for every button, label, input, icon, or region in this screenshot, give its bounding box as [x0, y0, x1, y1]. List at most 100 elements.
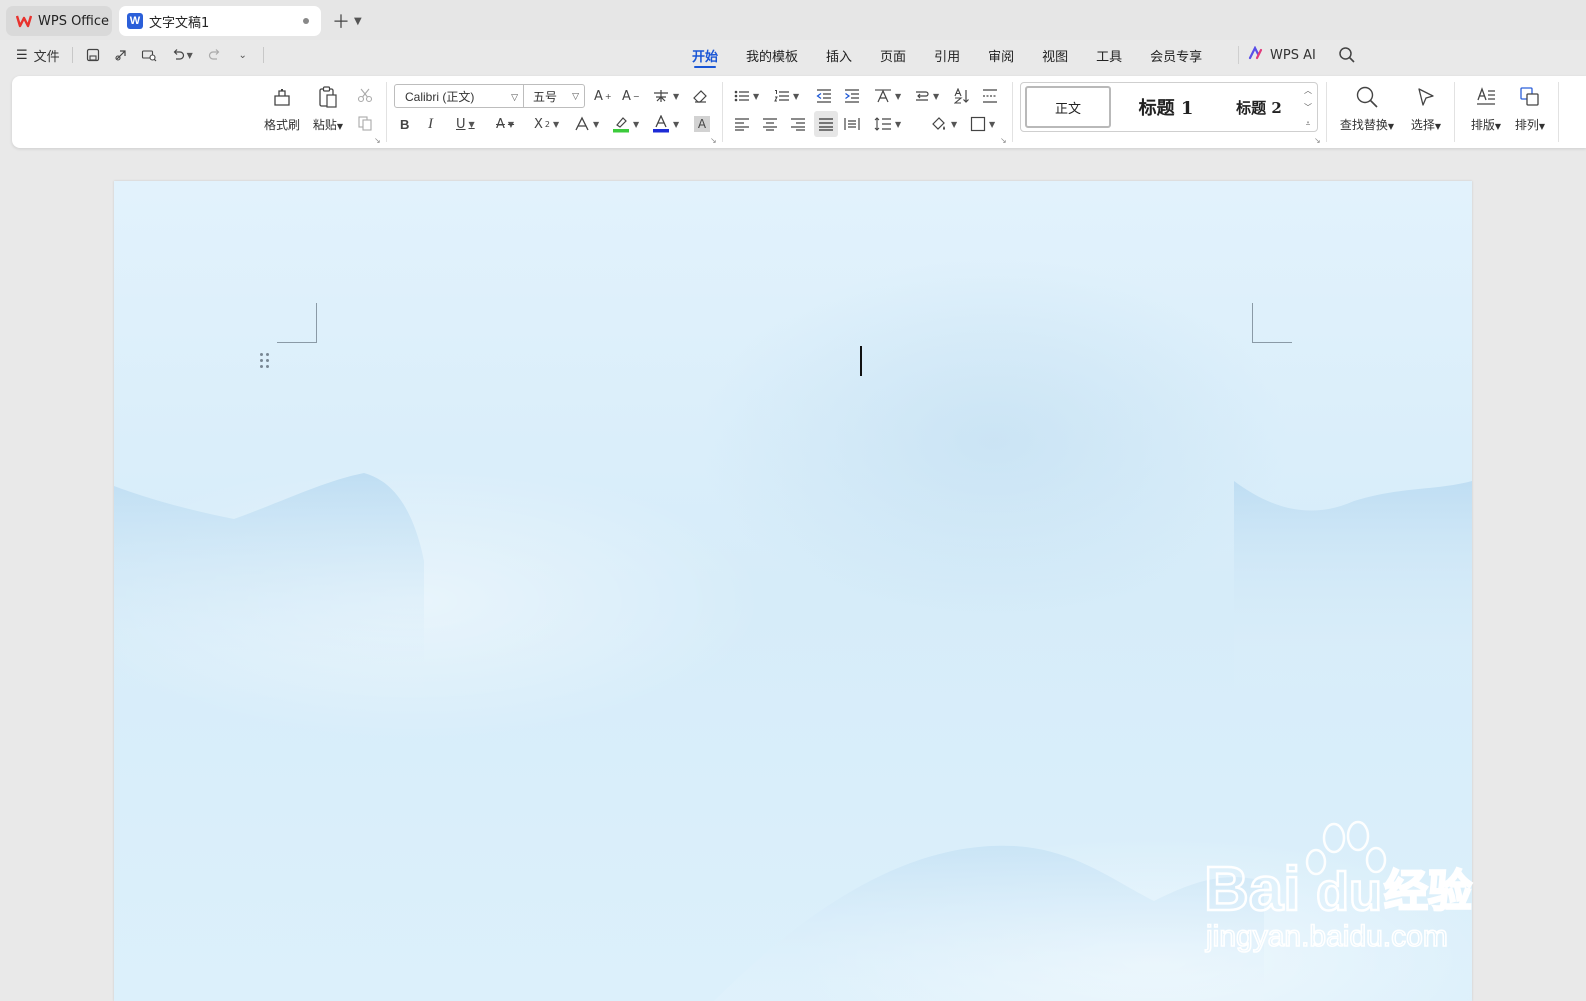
- copy-icon[interactable]: [356, 114, 374, 132]
- dialog-launcher-icon[interactable]: ↘: [374, 136, 381, 145]
- dialog-launcher-icon[interactable]: ↘: [710, 136, 717, 145]
- style-heading-2[interactable]: 标题 2: [1217, 86, 1301, 128]
- tab-document[interactable]: W 文字文稿1: [119, 6, 321, 36]
- dialog-launcher-icon[interactable]: ↘: [1314, 136, 1321, 145]
- line-break-button[interactable]: ▼: [914, 85, 939, 107]
- sort-button[interactable]: [954, 85, 970, 107]
- align-left-button[interactable]: [734, 113, 750, 135]
- cut-icon[interactable]: [356, 86, 374, 104]
- ribbon-toolbar: 格式刷 粘贴▼ ↘ Calibri (正文) ▽ 五号 ▽ A + A − ▼ B …: [12, 76, 1586, 148]
- find-replace-button[interactable]: 查找替换▼: [1338, 84, 1396, 140]
- text-layout-icon: [1473, 84, 1499, 110]
- chevron-down-icon: ▽: [572, 92, 579, 102]
- tab-bar: WPS Office W 文字文稿1 ＋ ▼: [0, 0, 1586, 40]
- tab-insert[interactable]: 插入: [812, 40, 866, 70]
- align-center-button[interactable]: [762, 113, 778, 135]
- customize-chevron-icon[interactable]: ⌄: [235, 47, 251, 63]
- tab-wps-office[interactable]: WPS Office: [6, 6, 112, 36]
- redo-icon[interactable]: [207, 47, 223, 63]
- numbered-list-button[interactable]: ▼: [774, 85, 799, 107]
- borders-button[interactable]: ▼: [970, 113, 995, 135]
- cursor-arrow-icon: [1413, 84, 1439, 110]
- bold-button[interactable]: B: [400, 113, 409, 135]
- clear-format-icon[interactable]: [692, 85, 708, 107]
- layout-button[interactable]: 排版▼: [1464, 84, 1508, 140]
- unsaved-dot-icon[interactable]: [303, 18, 309, 24]
- tab-page[interactable]: 页面: [866, 40, 920, 70]
- layout-label: 排版▼: [1470, 118, 1502, 132]
- chevron-down-icon[interactable]: ﹀: [1304, 102, 1312, 113]
- italic-button[interactable]: I: [428, 113, 433, 135]
- strikethrough-button[interactable]: A ▼: [496, 113, 514, 135]
- text-direction-button[interactable]: ▼: [874, 85, 901, 107]
- expand-gallery-icon[interactable]: ⩡: [1306, 119, 1311, 129]
- undo-icon[interactable]: ▼: [169, 47, 195, 63]
- shading-button[interactable]: ▼: [930, 113, 957, 135]
- divider: [71, 47, 73, 63]
- tab-member[interactable]: 会员专享: [1136, 40, 1216, 70]
- paste-label: 粘贴▼: [312, 118, 344, 132]
- font-color-button[interactable]: ▼: [652, 113, 679, 135]
- main-menu-tabs: 开始 我的模板 插入 页面 引用 审阅 视图 工具 会员专享: [678, 40, 1216, 70]
- format-painter-label: 格式刷: [263, 118, 300, 132]
- format-painter-button[interactable]: 格式刷: [260, 84, 304, 140]
- wps-logo-icon: [16, 13, 32, 29]
- search-icon[interactable]: [1338, 46, 1356, 64]
- dialog-launcher-icon[interactable]: ↘: [1000, 136, 1007, 145]
- divider: [1558, 82, 1559, 142]
- superscript-button[interactable]: X 2 ▼: [534, 113, 559, 135]
- arrange-icon: [1517, 84, 1543, 110]
- increase-indent-button[interactable]: [844, 85, 860, 107]
- character-shading-button[interactable]: A: [694, 113, 710, 135]
- print-preview-icon[interactable]: [141, 47, 157, 63]
- plus-icon[interactable]: ＋: [332, 8, 350, 34]
- select-label: 选择▼: [1410, 118, 1442, 132]
- wps-ai-label: WPS AI: [1270, 47, 1316, 63]
- decrease-indent-button[interactable]: [816, 85, 832, 107]
- writer-doc-icon: W: [127, 13, 143, 29]
- highlight-color-button[interactable]: ▼: [612, 113, 639, 135]
- style-normal[interactable]: 正文: [1025, 86, 1111, 128]
- tab-references[interactable]: 引用: [920, 40, 974, 70]
- chevron-down-icon[interactable]: ▼: [354, 16, 362, 27]
- svg-text:jingyan.baidu.com: jingyan.baidu.com: [1205, 920, 1448, 953]
- save-icon[interactable]: [85, 47, 101, 63]
- magnifier-icon: [1354, 84, 1380, 110]
- find-replace-label: 查找替换▼: [1339, 118, 1395, 132]
- chevron-down-icon: ▽: [511, 92, 518, 102]
- text-effects-button[interactable]: ▼: [574, 113, 599, 135]
- tab-my-templates[interactable]: 我的模板: [732, 40, 812, 70]
- font-size-select[interactable]: 五号 ▽: [523, 84, 585, 108]
- align-right-button[interactable]: [790, 113, 806, 135]
- file-menu-button[interactable]: ☰ 文件: [16, 46, 60, 65]
- export-icon[interactable]: [113, 47, 129, 63]
- quick-access-toolbar: ☰ 文件 ▼ ⌄: [16, 44, 264, 66]
- show-marks-button[interactable]: [982, 85, 998, 107]
- justify-button[interactable]: [814, 111, 838, 137]
- paragraph-drag-handle-icon[interactable]: [260, 353, 270, 369]
- tab-home[interactable]: 开始: [678, 40, 732, 70]
- arrange-button[interactable]: 排列▼: [1508, 84, 1552, 140]
- hamburger-icon: ☰: [16, 47, 28, 63]
- font-size-value: 五号: [533, 89, 558, 104]
- bullet-list-button[interactable]: ▼: [734, 85, 759, 107]
- svg-text:du: du: [1316, 862, 1382, 922]
- tab-view[interactable]: 视图: [1028, 40, 1082, 70]
- new-tab-button[interactable]: ＋ ▼: [332, 8, 362, 34]
- tab-tools[interactable]: 工具: [1082, 40, 1136, 70]
- style-heading-1[interactable]: 标题 1: [1121, 86, 1211, 128]
- select-button[interactable]: 选择▼: [1404, 84, 1448, 140]
- increase-font-size-icon[interactable]: A +: [594, 85, 612, 107]
- chevron-up-icon[interactable]: ︿: [1304, 85, 1312, 96]
- divider: [262, 47, 264, 63]
- wps-ai-button[interactable]: WPS AI: [1238, 44, 1316, 66]
- paste-button[interactable]: 粘贴▼: [306, 84, 350, 140]
- line-spacing-button[interactable]: ▼: [874, 113, 901, 135]
- phonetic-guide-icon[interactable]: ▼: [652, 85, 679, 107]
- distributed-align-button[interactable]: [844, 113, 860, 135]
- tab-review[interactable]: 审阅: [974, 40, 1028, 70]
- font-name-select[interactable]: Calibri (正文) ▽: [394, 84, 524, 108]
- underline-button[interactable]: U ▼: [456, 113, 475, 135]
- decrease-font-size-icon[interactable]: A −: [622, 85, 640, 107]
- tab-label: 文字文稿1: [149, 15, 210, 31]
